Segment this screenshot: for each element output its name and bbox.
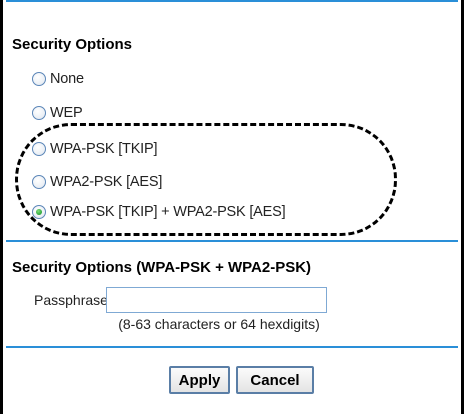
radio-option-wpa2-psk-aes[interactable]: WPA2-PSK [AES]: [32, 171, 162, 193]
radio-button[interactable]: [32, 106, 46, 120]
radio-button[interactable]: [32, 72, 46, 86]
radio-button[interactable]: [32, 175, 46, 189]
radio-label: None: [50, 71, 84, 87]
radio-option-none[interactable]: None: [32, 68, 84, 90]
section-divider: [6, 240, 458, 242]
radio-label: WPA2-PSK [AES]: [50, 174, 163, 190]
radio-option-wpa-psk-tkip[interactable]: WPA-PSK [TKIP]: [32, 138, 158, 160]
settings-panel: Security Options None WEP WPA-PSK [TKIP]…: [0, 0, 464, 414]
top-divider: [6, 0, 458, 2]
radio-label: WPA-PSK [TKIP] + WPA2-PSK [AES]: [50, 204, 286, 220]
wpa-section-heading: Security Options (WPA-PSK + WPA2-PSK): [12, 259, 312, 276]
passphrase-label: Passphrase:: [34, 292, 112, 308]
radio-button-selected[interactable]: [32, 205, 46, 219]
radio-label: WEP: [50, 105, 83, 121]
passphrase-hint: (8-63 characters or 64 hexdigits): [118, 316, 320, 332]
radio-option-wpa-wpa2-mixed[interactable]: WPA-PSK [TKIP] + WPA2-PSK [AES]: [32, 201, 286, 223]
bottom-divider: [6, 346, 458, 348]
radio-option-wep[interactable]: WEP: [32, 102, 83, 124]
radio-label: WPA-PSK [TKIP]: [50, 141, 158, 157]
apply-button[interactable]: Apply: [169, 366, 230, 394]
passphrase-input[interactable]: [106, 287, 327, 313]
security-options-heading: Security Options: [12, 36, 133, 53]
cancel-button[interactable]: Cancel: [236, 366, 314, 394]
radio-button[interactable]: [32, 142, 46, 156]
